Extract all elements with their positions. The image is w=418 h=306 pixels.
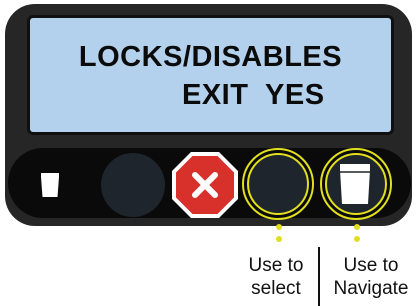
small-cup-icon[interactable] xyxy=(39,171,61,199)
select-button[interactable] xyxy=(242,148,314,220)
large-cup-icon xyxy=(340,164,370,204)
navigate-caption: Use to Navigate xyxy=(324,254,418,300)
pointer-dot xyxy=(276,224,282,230)
stop-x-icon[interactable] xyxy=(171,151,239,219)
navigate-pointer-dots xyxy=(354,224,360,246)
navigate-caption-line-2: Navigate xyxy=(333,278,409,299)
select-button-inner-ring xyxy=(247,153,309,215)
select-pointer-dots xyxy=(276,224,282,246)
navigate-caption-line-1: Use to xyxy=(343,255,399,276)
pointer-dot xyxy=(276,236,282,242)
select-caption-line-2: select xyxy=(251,278,301,299)
pointer-dot xyxy=(354,224,360,230)
pointer-dot xyxy=(354,236,360,242)
select-caption-line-1: Use to xyxy=(248,255,304,276)
blank-button[interactable] xyxy=(101,153,165,217)
caption-divider xyxy=(318,247,320,306)
select-caption: Use to select xyxy=(224,254,328,300)
display-line-1: LOCKS/DISABLES xyxy=(78,41,343,73)
lcd-display: LOCKS/DISABLES EXIT YES xyxy=(27,15,394,135)
display-line-2: EXIT YES xyxy=(182,79,325,111)
